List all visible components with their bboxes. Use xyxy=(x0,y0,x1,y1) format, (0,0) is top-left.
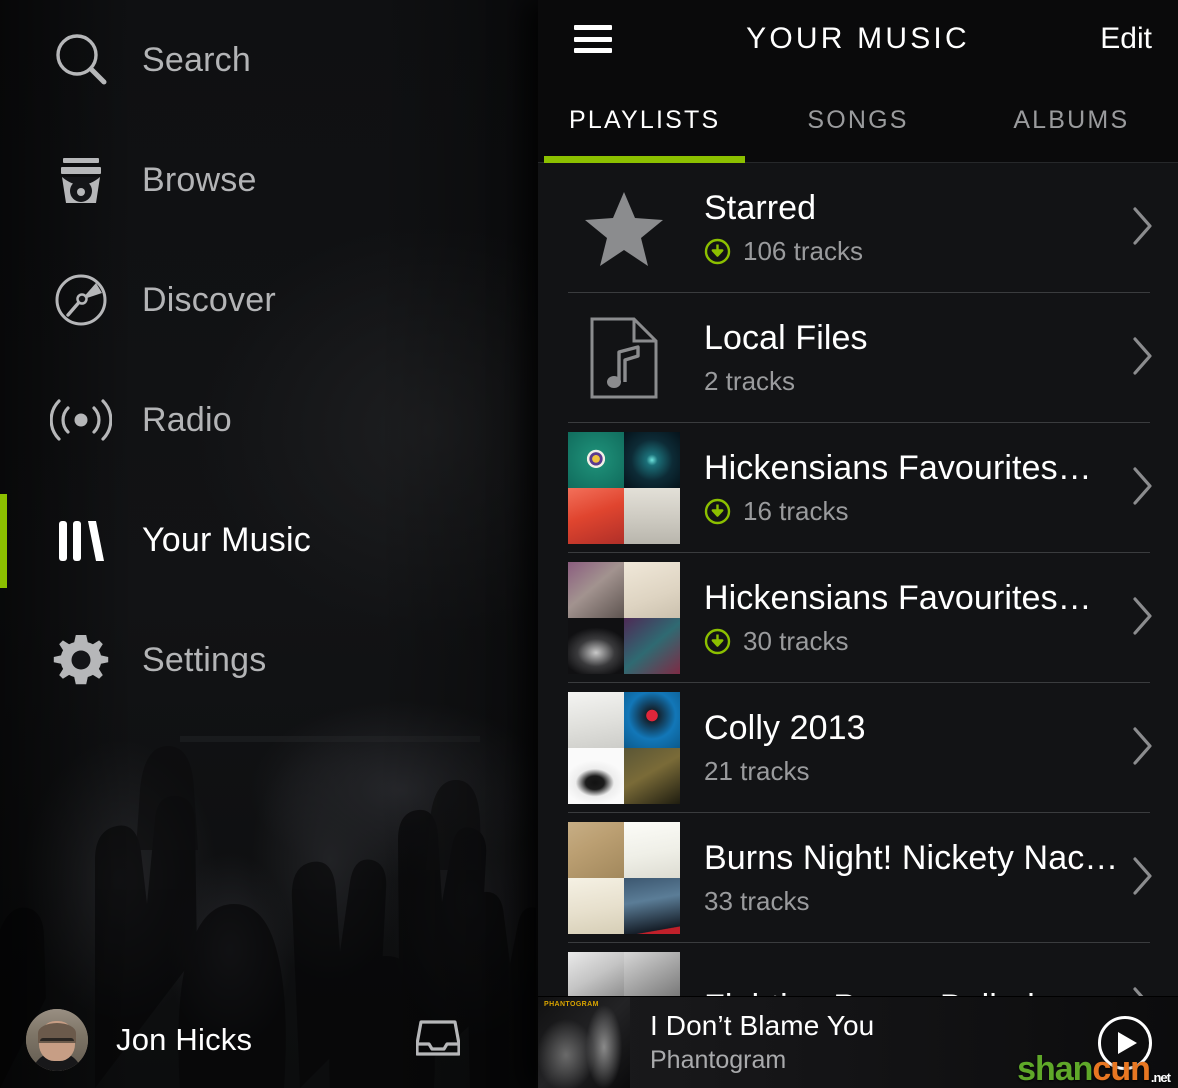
settings-icon xyxy=(50,629,112,691)
list-item[interactable]: Burns Night! Nickety Nac… 33 tracks xyxy=(538,813,1178,943)
sidebar-item-radio[interactable]: Radio xyxy=(0,360,538,480)
track-count: 33 tracks xyxy=(704,886,810,917)
tab-playlists[interactable]: PLAYLISTS xyxy=(538,78,751,163)
active-indicator xyxy=(0,494,7,588)
track-count: 16 tracks xyxy=(743,496,849,527)
list-item-text: Hickensians Favourites… 16 tracks xyxy=(704,449,1132,527)
chevron-right-icon xyxy=(1132,466,1154,511)
play-icon[interactable] xyxy=(1098,1015,1152,1070)
playlist-subtitle: 33 tracks xyxy=(704,886,1132,917)
local-file-icon xyxy=(568,302,680,414)
playlist-title: Burns Night! Nickety Nac… xyxy=(704,838,1119,877)
list-item[interactable]: Hickensians Favourites… 30 tracks xyxy=(538,553,1178,683)
list-item[interactable]: Local Files 2 tracks xyxy=(538,293,1178,423)
browse-icon xyxy=(50,149,112,211)
sidebar-item-label: Settings xyxy=(142,640,267,679)
star-icon xyxy=(568,172,680,284)
user-name: Jon Hicks xyxy=(116,1022,253,1057)
now-playing-artist: Phantogram xyxy=(650,1046,787,1074)
page-title: YOUR MUSIC xyxy=(746,22,970,55)
playlist-subtitle: 30 tracks xyxy=(704,626,1132,657)
sidebar-item-discover[interactable]: Discover xyxy=(0,240,538,360)
search-icon xyxy=(50,29,112,91)
playlist-subtitle: 21 tracks xyxy=(704,756,1132,787)
sidebar-item-label: Discover xyxy=(142,280,276,319)
playlist-title: Starred xyxy=(704,188,817,227)
now-playing-title: I Don’t Blame You xyxy=(650,1010,875,1041)
user-bar[interactable]: Jon Hicks xyxy=(0,992,538,1088)
chevron-right-icon xyxy=(1132,726,1154,771)
list-item-text: Colly 2013 21 tracks xyxy=(704,709,1132,787)
chevron-right-icon xyxy=(1132,596,1154,641)
list-item-text: Burns Night! Nickety Nac… 33 tracks xyxy=(704,839,1132,917)
tab-songs[interactable]: SONGS xyxy=(751,78,964,163)
list-item-text: Local Files 2 tracks xyxy=(704,319,1132,397)
chevron-right-icon xyxy=(1132,856,1154,901)
sidebar: Search Browse Discover Radio Your Music … xyxy=(0,0,538,1088)
list-item[interactable]: Colly 2013 21 tracks xyxy=(538,683,1178,813)
album-art-label: PHANTOGRAM xyxy=(544,1000,599,1008)
now-playing-bar[interactable]: PHANTOGRAM I Don’t Blame You Phantogram … xyxy=(538,996,1178,1088)
list-item[interactable]: Hickensians Favourites… 16 tracks xyxy=(538,423,1178,553)
sidebar-nav: Search Browse Discover Radio Your Music … xyxy=(0,0,538,720)
inbox-icon[interactable] xyxy=(415,1018,461,1063)
main-panel: YOUR MUSIC Edit PLAYLISTS SONGS ALBUMS S… xyxy=(538,0,1178,1088)
playlist-title: Colly 2013 xyxy=(704,708,866,747)
chevron-right-icon xyxy=(1132,206,1154,251)
track-count: 2 tracks xyxy=(704,366,796,397)
discover-icon xyxy=(50,269,112,331)
album-art-mosaic xyxy=(568,432,680,544)
panel-header: YOUR MUSIC Edit xyxy=(538,0,1178,78)
downloaded-icon xyxy=(704,238,731,265)
playlist-title: Local Files xyxy=(704,318,868,357)
playlist-list[interactable]: Starred 106 tracks Local Files 2 tracks … xyxy=(538,163,1178,1088)
playlist-subtitle: 106 tracks xyxy=(704,236,1132,267)
tab-albums[interactable]: ALBUMS xyxy=(965,78,1178,163)
spotify-mobile-screen: Search Browse Discover Radio Your Music … xyxy=(0,0,1178,1088)
album-art-mosaic xyxy=(568,822,680,934)
tab-bar: PLAYLISTS SONGS ALBUMS xyxy=(538,78,1178,163)
playlist-subtitle: 16 tracks xyxy=(704,496,1132,527)
list-item-text: Starred 106 tracks xyxy=(704,189,1132,267)
avatar[interactable] xyxy=(26,1009,88,1071)
list-item[interactable]: Starred 106 tracks xyxy=(538,163,1178,293)
album-art-mosaic xyxy=(568,562,680,674)
list-item-text: Hickensians Favourites… 30 tracks xyxy=(704,579,1132,657)
chevron-right-icon xyxy=(1132,336,1154,381)
sidebar-item-label: Search xyxy=(142,40,251,79)
downloaded-icon xyxy=(704,628,731,655)
track-count: 30 tracks xyxy=(743,626,849,657)
sidebar-item-settings[interactable]: Settings xyxy=(0,600,538,720)
watermark-tld: .net xyxy=(1150,1070,1171,1085)
sidebar-item-search[interactable]: Search xyxy=(0,0,538,120)
track-count: 106 tracks xyxy=(743,236,863,267)
playlist-title: Hickensians Favourites… xyxy=(704,448,1092,487)
now-playing-text: I Don’t Blame You Phantogram xyxy=(650,1010,1082,1075)
now-playing-album-art: PHANTOGRAM xyxy=(538,997,630,1088)
your-music-icon xyxy=(50,509,112,571)
sidebar-item-label: Radio xyxy=(142,400,232,439)
sidebar-item-label: Browse xyxy=(142,160,257,199)
playlist-title: Hickensians Favourites… xyxy=(704,578,1092,617)
edit-button[interactable]: Edit xyxy=(1100,22,1152,56)
radio-icon xyxy=(50,389,112,451)
downloaded-icon xyxy=(704,498,731,525)
sidebar-item-label: Your Music xyxy=(142,520,311,559)
sidebar-item-your-music[interactable]: Your Music xyxy=(0,480,538,600)
track-count: 21 tracks xyxy=(704,756,810,787)
album-art-mosaic xyxy=(568,692,680,804)
sidebar-item-browse[interactable]: Browse xyxy=(0,120,538,240)
playlist-subtitle: 2 tracks xyxy=(704,366,1132,397)
